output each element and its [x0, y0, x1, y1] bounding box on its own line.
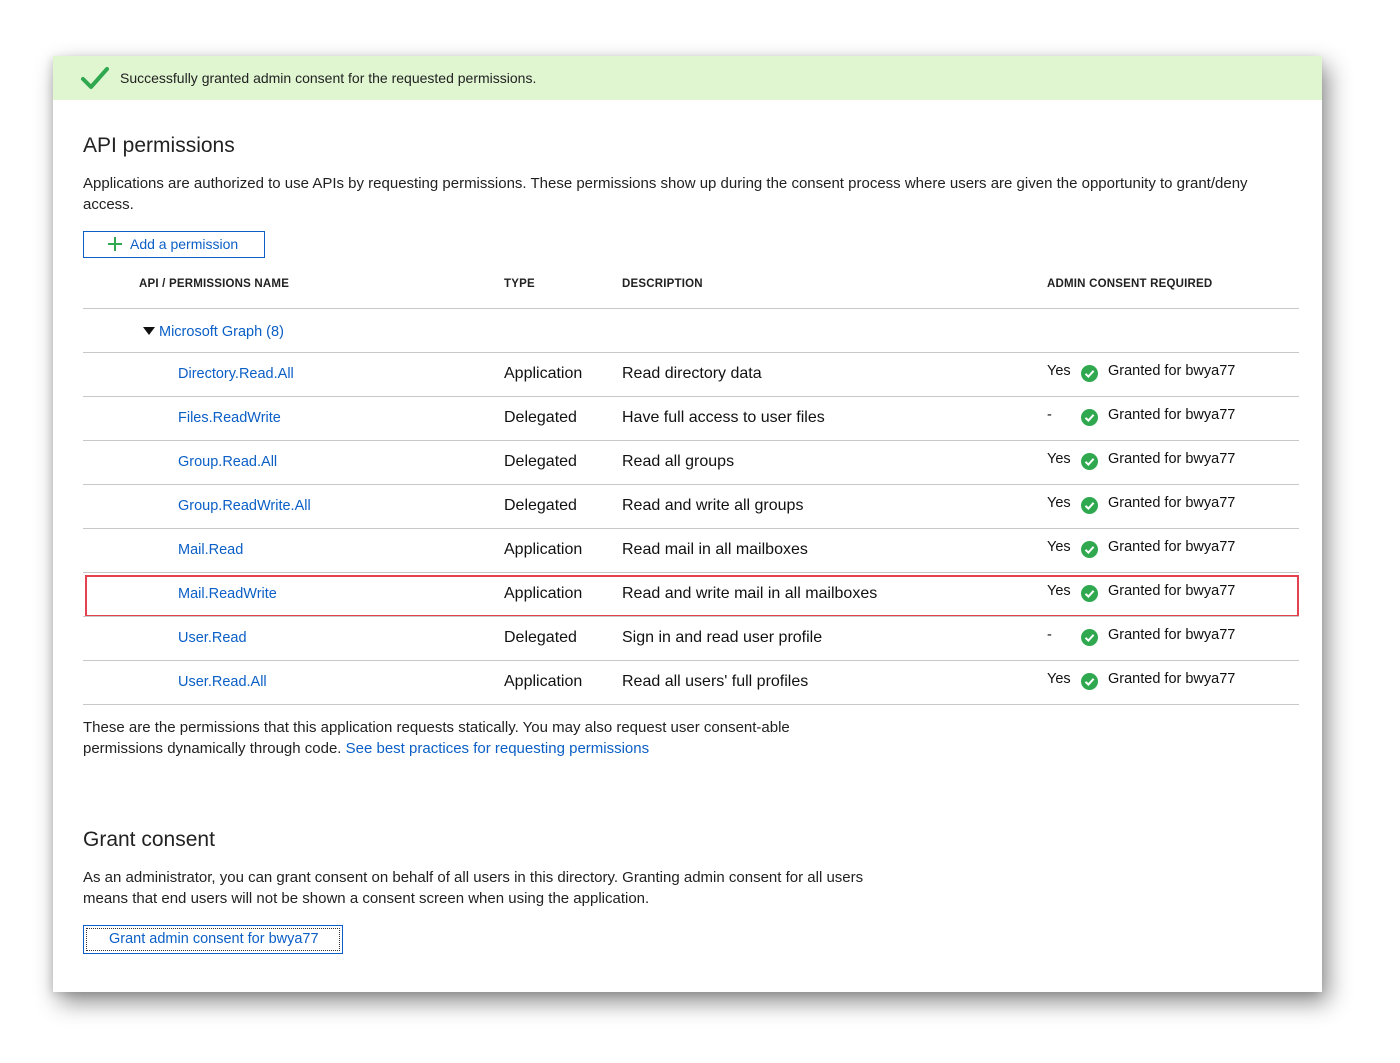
best-practices-link[interactable]: See best practices for requesting permis… [346, 740, 649, 757]
permission-name-link[interactable]: Mail.Read [178, 542, 243, 558]
api-permissions-description: Applications are authorized to use APIs … [83, 175, 1248, 213]
admin-consent-required: Yes [1047, 671, 1071, 687]
permission-type: Delegated [504, 497, 577, 514]
grant-consent-description: As an administrator, you can grant conse… [83, 869, 864, 907]
consent-status: Granted for bwya77 [1108, 363, 1236, 379]
permission-name-link[interactable]: Group.ReadWrite.All [178, 498, 311, 514]
column-header-type[interactable]: TYPE [504, 278, 535, 290]
column-header-description[interactable]: DESCRIPTION [622, 278, 703, 290]
consent-status: Granted for bwya77 [1108, 495, 1236, 511]
permission-name-link[interactable]: Directory.Read.All [178, 366, 294, 382]
permission-description: Sign in and read user profile [622, 629, 823, 646]
header-divider [83, 308, 1299, 309]
consent-status: Granted for bwya77 [1108, 451, 1236, 467]
table-row: Directory.Read.All Application Read dire… [83, 353, 1299, 397]
table-row: Group.ReadWrite.All Delegated Read and w… [83, 485, 1299, 529]
consent-status: Granted for bwya77 [1108, 671, 1236, 687]
check-circle-icon [1081, 453, 1098, 470]
grant-admin-consent-button[interactable]: Grant admin consent for bwya77 [83, 925, 343, 954]
table-row: User.Read.All Application Read all users… [83, 661, 1299, 705]
permission-description: Read directory data [622, 365, 762, 382]
permission-name-link[interactable]: User.Read.All [178, 674, 267, 690]
permission-type: Application [504, 541, 583, 558]
permission-type: Application [504, 365, 583, 382]
permission-description: Read and write all groups [622, 497, 804, 514]
success-banner: Successfully granted admin consent for t… [53, 56, 1322, 100]
highlight-box [85, 575, 1299, 617]
admin-consent-required: - [1047, 627, 1052, 643]
consent-status: Granted for bwya77 [1108, 539, 1236, 555]
admin-consent-required: Yes [1047, 539, 1071, 555]
admin-consent-required: Yes [1047, 495, 1071, 511]
table-row: Files.ReadWrite Delegated Have full acce… [83, 397, 1299, 441]
add-permission-label: Add a permission [130, 236, 239, 252]
check-circle-icon [1081, 629, 1098, 646]
table-bottom-divider [83, 704, 1299, 705]
check-circle-icon [1081, 541, 1098, 558]
permission-type: Application [504, 673, 583, 690]
table-row: Group.Read.All Delegated Read all groups… [83, 441, 1299, 485]
permission-description: Read all users' full profiles [622, 673, 809, 690]
check-circle-icon [1081, 497, 1098, 514]
column-header-name[interactable]: API / PERMISSIONS NAME [139, 278, 289, 290]
add-permission-button[interactable]: Add a permission [83, 231, 265, 258]
consent-status: Granted for bwya77 [1108, 407, 1236, 423]
api-permissions-panel: Successfully granted admin consent for t… [53, 56, 1322, 992]
consent-status: Granted for bwya77 [1108, 627, 1236, 643]
triangle-down-icon[interactable] [143, 327, 155, 335]
table-row: Mail.Read Application Read mail in all m… [83, 529, 1299, 573]
success-message: Successfully granted admin consent for t… [120, 70, 537, 86]
group-label[interactable]: Microsoft Graph (8) [159, 324, 284, 340]
check-circle-icon [1081, 409, 1098, 426]
admin-consent-required: Yes [1047, 363, 1071, 379]
section-title-api-permissions: API permissions [83, 134, 235, 157]
permission-name-link[interactable]: Group.Read.All [178, 454, 277, 470]
permissions-footer-note: These are the permissions that this appl… [83, 717, 823, 759]
grant-admin-consent-label: Grant admin consent for bwya77 [109, 931, 319, 947]
permission-name-link[interactable]: Files.ReadWrite [178, 410, 281, 426]
check-circle-icon [1081, 673, 1098, 690]
section-title-grant-consent: Grant consent [83, 828, 215, 851]
permission-type: Delegated [504, 629, 577, 646]
checkmark-icon [81, 67, 109, 89]
admin-consent-required: Yes [1047, 451, 1071, 467]
check-circle-icon [1081, 365, 1098, 382]
admin-consent-required: - [1047, 407, 1052, 423]
permission-type: Delegated [504, 409, 577, 426]
permission-name-link[interactable]: User.Read [178, 630, 247, 646]
permission-type: Delegated [504, 453, 577, 470]
permission-description: Have full access to user files [622, 409, 825, 426]
permission-description: Read all groups [622, 453, 735, 470]
column-header-admin-consent[interactable]: ADMIN CONSENT REQUIRED [1047, 278, 1212, 290]
table-row: User.Read Delegated Sign in and read use… [83, 617, 1299, 661]
plus-icon [108, 237, 122, 251]
permission-description: Read mail in all mailboxes [622, 541, 808, 558]
